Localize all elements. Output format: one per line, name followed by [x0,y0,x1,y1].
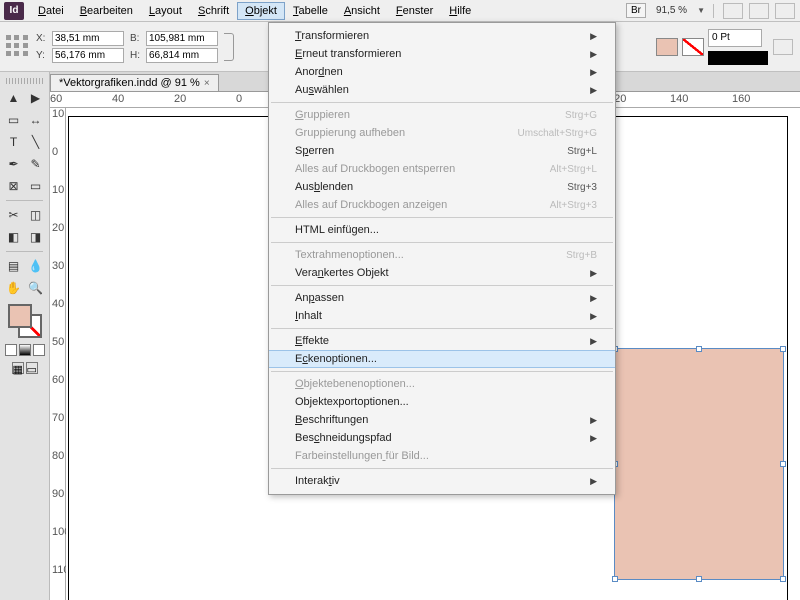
menu-item-inhalt[interactable]: Inhalt▶ [269,307,615,325]
menu-item-interaktiv[interactable]: Interaktiv▶ [269,472,615,490]
menu-item-html-einf-gen-[interactable]: HTML einfügen... [269,221,615,239]
menu-item-anordnen[interactable]: Anordnen▶ [269,63,615,81]
menu-item-eckenoptionen-[interactable]: Eckenoptionen... [269,350,615,368]
resize-handle[interactable] [780,461,786,467]
object-menu-dropdown: Transformieren▶Erneut transformieren▶Ano… [268,22,616,495]
resize-handle[interactable] [696,346,702,352]
page-tool[interactable]: ▭ [4,110,24,130]
apply-none-button[interactable] [33,344,45,356]
menu-datei[interactable]: Datei [30,2,72,20]
menu-objekt[interactable]: Objekt [237,2,285,20]
menu-item-objektexportoptionen-[interactable]: Objektexportoptionen... [269,393,615,411]
h-label: H: [130,50,144,61]
screen-mode-button[interactable] [749,3,769,19]
menu-hilfe[interactable]: Hilfe [441,2,479,20]
menu-item-objektebenenoptionen-: Objektebenenoptionen... [269,375,615,393]
x-label: X: [36,33,50,44]
bridge-button[interactable]: Br [626,3,646,18]
y-label: Y: [36,50,50,61]
menu-item-anpassen[interactable]: Anpassen▶ [269,289,615,307]
reference-point-grid[interactable] [6,35,30,59]
stroke-swatch[interactable] [682,38,704,56]
menu-ansicht[interactable]: Ansicht [336,2,388,20]
menu-item-gruppierung-aufheben: Gruppierung aufhebenUmschalt+Strg+G [269,124,615,142]
w-label: B: [130,33,144,44]
arrange-button[interactable] [775,3,795,19]
menu-item-beschriftungen[interactable]: Beschriftungen▶ [269,411,615,429]
document-tab[interactable]: *Vektorgrafiken.indd @ 91 % × [50,74,219,91]
fill-swatch[interactable] [656,38,678,56]
menu-item-farbeinstellungen-f-r-bild-: Farbeinstellungen für Bild... [269,447,615,465]
y-input[interactable] [52,48,124,63]
zoom-level[interactable]: 91,5 % [650,5,693,16]
resize-handle[interactable] [780,346,786,352]
free-transform-tool[interactable]: ◫ [26,205,46,225]
pencil-tool[interactable]: ✎ [26,154,46,174]
hand-tool[interactable]: ✋ [4,278,24,298]
menu-item-ausblenden[interactable]: AusblendenStrg+3 [269,178,615,196]
zoom-tool[interactable]: 🔍 [26,278,46,298]
menu-item-textrahmenoptionen-: Textrahmenoptionen...Strg+B [269,246,615,264]
menu-item-gruppieren: GruppierenStrg+G [269,106,615,124]
document-tab-title: *Vektorgrafiken.indd @ 91 % [59,77,200,89]
menu-layout[interactable]: Layout [141,2,190,20]
menu-item-alles-auf-druckbogen-entsperren: Alles auf Druckbogen entsperrenAlt+Strg+… [269,160,615,178]
menu-item-effekte[interactable]: Effekte▶ [269,332,615,350]
scissors-tool[interactable]: ✂ [4,205,24,225]
note-tool[interactable]: ▤ [4,256,24,276]
rectangle-frame-tool[interactable]: ⊠ [4,176,24,196]
app-icon: Id [4,2,24,20]
menubar: Id DateiBearbeitenLayoutSchriftObjektTab… [0,0,800,22]
gap-tool[interactable]: ↔ [26,110,46,130]
view-mode-preview[interactable]: ▭ [26,362,38,374]
toolbox: ▲▶ ▭↔ T╲ ✒✎ ⊠▭ ✂◫ ◧◨ ▤💧 ✋🔍 ▦ ▭ [0,72,50,600]
selected-rectangle[interactable] [614,348,784,580]
menu-schrift[interactable]: Schrift [190,2,237,20]
view-mode-normal[interactable]: ▦ [12,362,24,374]
menu-item-transformieren[interactable]: Transformieren▶ [269,27,615,45]
menu-item-verankertes-objekt[interactable]: Verankertes Objekt▶ [269,264,615,282]
toolbox-grip[interactable] [6,78,43,84]
close-tab-icon[interactable]: × [204,78,210,89]
type-tool[interactable]: T [4,132,24,152]
menu-bearbeiten[interactable]: Bearbeiten [72,2,141,20]
menu-fenster[interactable]: Fenster [388,2,441,20]
color-panel[interactable] [8,304,42,338]
direct-selection-tool[interactable]: ▶ [26,88,46,108]
h-input[interactable] [146,48,218,63]
menu-item-sperren[interactable]: SperrenStrg+L [269,142,615,160]
x-input[interactable] [52,31,124,46]
menu-item-alles-auf-druckbogen-anzeigen: Alles auf Druckbogen anzeigenAlt+Strg+3 [269,196,615,214]
control-menu-button[interactable] [773,39,793,55]
apply-gradient-button[interactable] [19,344,31,356]
selection-tool[interactable]: ▲ [4,88,24,108]
gradient-feather-tool[interactable]: ◨ [26,227,46,247]
resize-handle[interactable] [696,576,702,582]
constrain-proportions-icon[interactable] [224,33,234,61]
apply-color-button[interactable] [5,344,17,356]
vertical-ruler: 100102030405060708090100110 [50,108,66,600]
line-tool[interactable]: ╲ [26,132,46,152]
pen-tool[interactable]: ✒ [4,154,24,174]
w-input[interactable] [146,31,218,46]
fill-color-swatch[interactable] [8,304,32,328]
eyedropper-tool[interactable]: 💧 [26,256,46,276]
view-options-button[interactable] [723,3,743,19]
menu-item-erneut-transformieren[interactable]: Erneut transformieren▶ [269,45,615,63]
stroke-weight-input[interactable] [708,29,762,47]
menu-item-ausw-hlen[interactable]: Auswählen▶ [269,81,615,99]
rectangle-tool[interactable]: ▭ [26,176,46,196]
gradient-swatch-tool[interactable]: ◧ [4,227,24,247]
menu-item-beschneidungspfad[interactable]: Beschneidungspfad▶ [269,429,615,447]
resize-handle[interactable] [780,576,786,582]
menu-tabelle[interactable]: Tabelle [285,2,336,20]
stroke-style-preview[interactable] [708,51,768,65]
resize-handle[interactable] [612,576,618,582]
